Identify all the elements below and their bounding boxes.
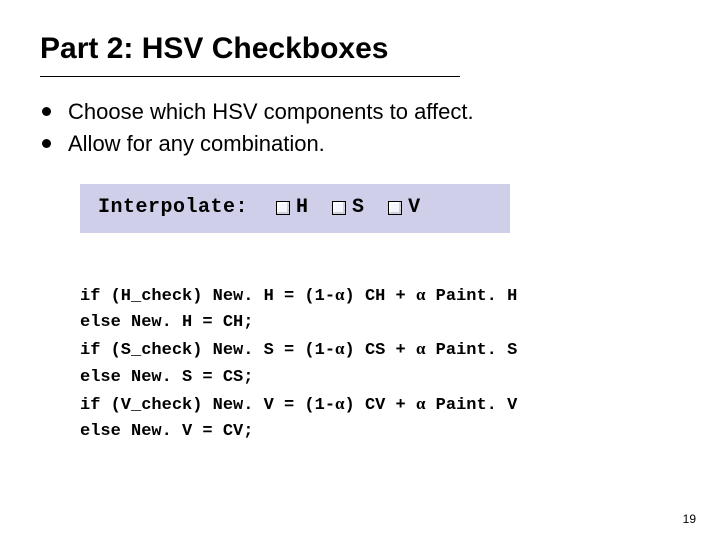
- code-line: else New. H = CH;: [80, 313, 253, 332]
- checkbox-group: H S V: [276, 196, 420, 219]
- bullet-item: Choose which HSV components to affect.: [40, 97, 680, 127]
- checkbox-box-icon[interactable]: [276, 201, 290, 215]
- bullet-item: Allow for any combination.: [40, 129, 680, 159]
- code-line: else New. S = CS;: [80, 368, 253, 387]
- checkbox-v-label: V: [408, 196, 420, 219]
- alpha-symbol: α: [335, 339, 345, 358]
- checkbox-v[interactable]: V: [388, 196, 420, 219]
- checkbox-h-label: H: [296, 196, 308, 219]
- code-line: if (S_check) New. S = (1-α) CS + α Paint…: [80, 341, 517, 360]
- page-number: 19: [683, 512, 696, 526]
- code-line: if (V_check) New. V = (1-α) CV + α Paint…: [80, 396, 517, 415]
- slide-title: Part 2: HSV Checkboxes: [40, 32, 680, 70]
- code-line: if (H_check) New. H = (1-α) CH + α Paint…: [80, 287, 517, 306]
- alpha-symbol: α: [335, 394, 345, 413]
- code-block: if (H_check) New. H = (1-α) CH + α Paint…: [80, 255, 680, 472]
- code-line: else New. V = CV;: [80, 422, 253, 441]
- alpha-symbol: α: [335, 285, 345, 304]
- checkbox-s-label: S: [352, 196, 364, 219]
- interpolate-panel: Interpolate: H S V: [80, 184, 510, 233]
- checkbox-box-icon[interactable]: [332, 201, 346, 215]
- checkbox-h[interactable]: H: [276, 196, 308, 219]
- interpolate-label: Interpolate:: [98, 196, 248, 219]
- checkbox-box-icon[interactable]: [388, 201, 402, 215]
- bullet-list: Choose which HSV components to affect. A…: [40, 97, 680, 158]
- title-underline: [40, 76, 460, 77]
- checkbox-s[interactable]: S: [332, 196, 364, 219]
